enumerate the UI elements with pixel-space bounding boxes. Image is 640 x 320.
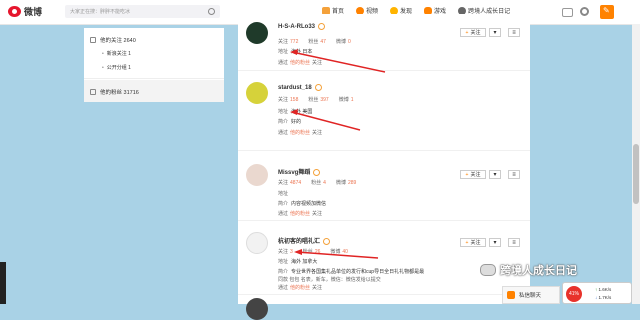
- arrow-line-2: [291, 111, 361, 131]
- scroll-thumb[interactable]: [633, 144, 639, 204]
- download-speed: ↓ 1.7K/s: [595, 295, 612, 300]
- arrow-head-1: [290, 49, 298, 55]
- left-edge-panel: [0, 262, 6, 304]
- watermark: 跨境人成长日记: [480, 262, 577, 278]
- annotation-arrows: [290, 49, 386, 259]
- arrow-line-3: [296, 251, 379, 259]
- chat-label: 私信聊天: [519, 293, 542, 299]
- arrow-line-1: [291, 51, 386, 73]
- arrow-head-2: [290, 109, 298, 115]
- arrow-head-3: [294, 249, 302, 255]
- chat-icon: [507, 291, 515, 299]
- page-scrollbar[interactable]: [632, 24, 640, 304]
- upload-speed: ↑ 1.6K/s: [595, 287, 612, 292]
- watermark-text: 跨境人成长日记: [500, 265, 577, 277]
- cpu-gauge: 41%: [566, 286, 582, 302]
- chat-button[interactable]: 私信聊天: [502, 286, 560, 304]
- speed-widget[interactable]: 41% ↑ 1.6K/s ↓ 1.7K/s: [562, 282, 632, 304]
- wechat-icon: [480, 264, 496, 276]
